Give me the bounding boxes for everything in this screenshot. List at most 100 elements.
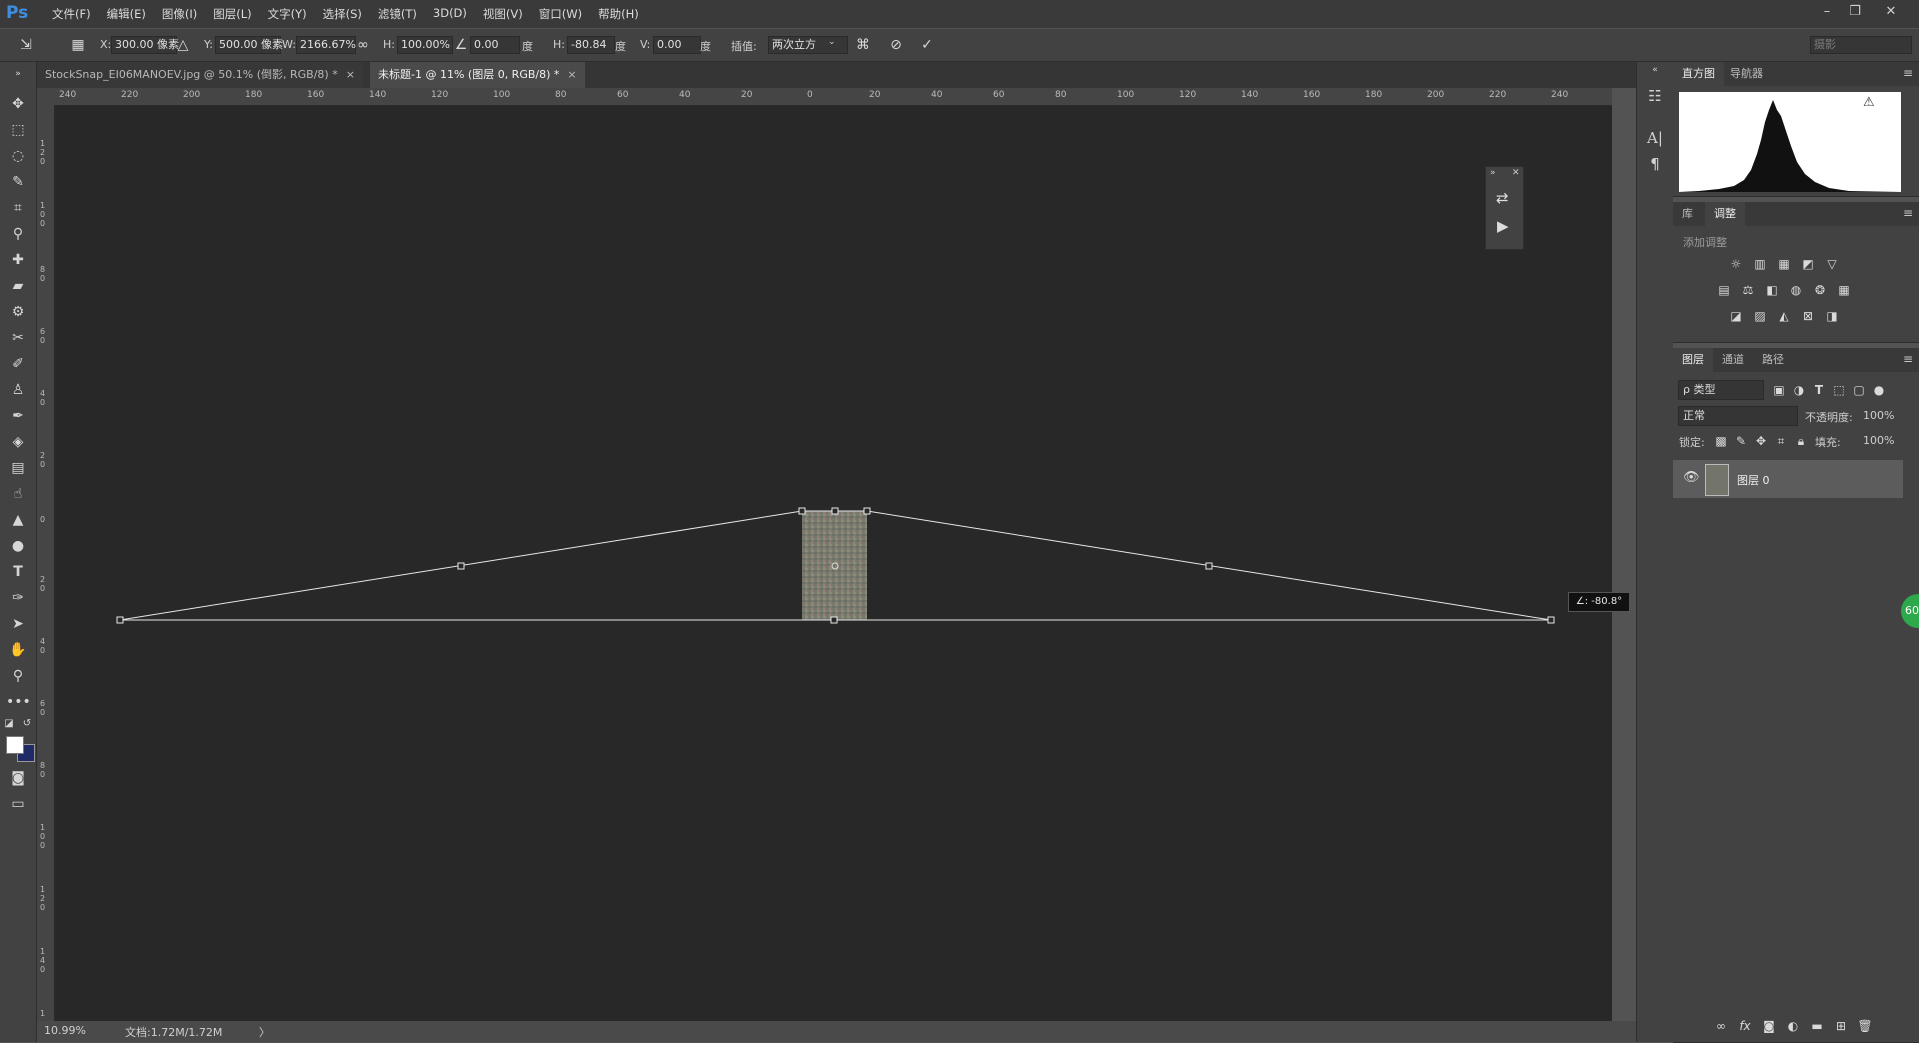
- channel-mixer-icon[interactable]: ❂: [1812, 282, 1828, 298]
- crop-tool-icon[interactable]: ⌗: [6, 198, 30, 218]
- relative-position-icon[interactable]: △: [173, 35, 193, 55]
- foreground-color-swatch[interactable]: [6, 736, 24, 754]
- tab-stocksnap[interactable]: StockSnap_EI06MANOEV.jpg @ 50.1% (倒影, RG…: [37, 62, 363, 88]
- quick-mask-icon[interactable]: ◙: [6, 768, 30, 788]
- reference-point-icon[interactable]: ▦: [68, 35, 88, 55]
- blend-mode-select[interactable]: 正常: [1678, 406, 1798, 426]
- exposure-icon[interactable]: ◩: [1800, 256, 1816, 272]
- path-select-tool-icon[interactable]: ➤: [6, 614, 30, 634]
- black-white-icon[interactable]: ◧: [1764, 282, 1780, 298]
- transform-handle[interactable]: [457, 562, 465, 570]
- tab-adjustments[interactable]: 调整: [1705, 202, 1745, 226]
- menu-window[interactable]: 窗口(W): [531, 6, 590, 22]
- sharpen-tool-icon[interactable]: ▲: [6, 510, 30, 530]
- history-brush-tool-icon[interactable]: ✒: [6, 406, 30, 426]
- paragraph-icon[interactable]: ¶: [1645, 154, 1665, 174]
- warp-mode-icon[interactable]: ⌘: [853, 35, 873, 55]
- filter-type-icon[interactable]: T: [1811, 382, 1827, 398]
- pen-tool-icon[interactable]: ✑: [6, 588, 30, 608]
- layer-row[interactable]: 👁︎ 图层 0: [1673, 460, 1903, 498]
- gradient-tool-icon[interactable]: ▤: [6, 458, 30, 478]
- warning-icon[interactable]: ⚠: [1863, 95, 1875, 110]
- lock-artboard-icon[interactable]: ⌗: [1773, 433, 1789, 449]
- h-field[interactable]: 100.00%: [397, 36, 453, 54]
- menu-3d[interactable]: 3D(D): [425, 6, 475, 22]
- close-icon[interactable]: ×: [567, 68, 576, 81]
- transform-handle[interactable]: [116, 616, 124, 624]
- interpolation-select[interactable]: 两次立方: [768, 36, 848, 54]
- selective-color-icon[interactable]: ⊠: [1800, 308, 1816, 324]
- tab-channels[interactable]: 通道: [1713, 348, 1753, 372]
- eyedropper-tool-icon[interactable]: ⚲: [6, 224, 30, 244]
- type-tool-icon[interactable]: T: [6, 562, 30, 582]
- stamp-tool-icon[interactable]: ♙: [6, 380, 30, 400]
- document-canvas[interactable]: [55, 106, 1612, 1021]
- expand-icon[interactable]: »: [1490, 168, 1496, 178]
- posterize-icon[interactable]: ▨: [1752, 308, 1768, 324]
- new-layer-icon[interactable]: ⊞: [1833, 1018, 1849, 1034]
- menu-help[interactable]: 帮助(H): [590, 6, 647, 22]
- transform-tool-icon[interactable]: ⇲: [16, 35, 36, 55]
- cancel-transform-icon[interactable]: ⊘: [886, 35, 906, 55]
- color-lookup-icon[interactable]: ▦: [1836, 282, 1852, 298]
- menu-filter[interactable]: 滤镜(T): [370, 6, 425, 22]
- transform-handle[interactable]: [830, 616, 838, 624]
- levels-icon[interactable]: ▥: [1752, 256, 1768, 272]
- invert-icon[interactable]: ◪: [1728, 308, 1744, 324]
- tab-paths[interactable]: 路径: [1753, 348, 1793, 372]
- zoom-tool-icon[interactable]: ⚲: [6, 666, 30, 686]
- opacity-value[interactable]: 100%: [1863, 409, 1894, 422]
- screen-mode-icon[interactable]: ▭: [6, 794, 30, 814]
- eraser-tool-icon[interactable]: ◈: [6, 432, 30, 452]
- menu-layer[interactable]: 图层(L): [205, 6, 259, 22]
- history-icon[interactable]: ⇄: [1496, 189, 1509, 207]
- lock-position-icon[interactable]: ✥: [1753, 433, 1769, 449]
- angle-field[interactable]: 0.00: [470, 36, 520, 54]
- tab-untitled[interactable]: 未标题-1 @ 11% (图层 0, RGB/8) * ×: [370, 62, 585, 88]
- layer-image[interactable]: [802, 511, 867, 620]
- close-icon[interactable]: ✕: [1512, 168, 1520, 178]
- patch-tool-icon[interactable]: ▰: [6, 276, 30, 296]
- tab-navigator[interactable]: 导航器: [1721, 62, 1772, 86]
- photo-filter-icon[interactable]: ◍: [1788, 282, 1804, 298]
- menu-image[interactable]: 图像(I): [154, 6, 205, 22]
- brush-tool-icon[interactable]: ✐: [6, 354, 30, 374]
- filter-smart-object-icon[interactable]: ▢: [1851, 382, 1867, 398]
- vskew-field[interactable]: 0.00: [653, 36, 701, 54]
- gradient-map-icon[interactable]: ◨: [1824, 308, 1840, 324]
- hue-saturation-icon[interactable]: ▤: [1716, 282, 1732, 298]
- lasso-tool-icon[interactable]: ◌: [6, 146, 30, 166]
- hskew-field[interactable]: -80.84: [567, 36, 615, 54]
- layer-filter-select[interactable]: ρ 类型: [1678, 380, 1764, 400]
- curves-icon[interactable]: ▦: [1776, 256, 1792, 272]
- quick-select-tool-icon[interactable]: ✎: [6, 172, 30, 192]
- marquee-tool-icon[interactable]: ⬚: [6, 120, 30, 140]
- transform-handle[interactable]: [1547, 616, 1555, 624]
- workspace-search-input[interactable]: 摄影: [1810, 36, 1912, 54]
- dodge-tool-icon[interactable]: ●: [6, 536, 30, 556]
- panel-menu-icon[interactable]: ≡: [1903, 206, 1913, 220]
- red-eye-tool-icon[interactable]: ✂: [6, 328, 30, 348]
- brightness-icon[interactable]: ☼: [1728, 256, 1744, 272]
- default-colors-icon[interactable]: ◪: [2, 714, 16, 734]
- link-icon[interactable]: ∞: [353, 35, 373, 55]
- close-icon[interactable]: ×: [346, 68, 355, 81]
- layer-style-icon[interactable]: fx: [1737, 1018, 1753, 1034]
- fill-value[interactable]: 100%: [1863, 434, 1894, 447]
- transform-handle[interactable]: [863, 507, 871, 515]
- filter-pixel-icon[interactable]: ▣: [1771, 382, 1787, 398]
- filter-shape-icon[interactable]: ⬚: [1831, 382, 1847, 398]
- layer-name[interactable]: 图层 0: [1737, 472, 1770, 488]
- more-tools-icon[interactable]: •••: [6, 692, 31, 712]
- visibility-eye-icon[interactable]: 👁︎: [1683, 470, 1700, 485]
- swap-colors-icon[interactable]: ↺: [20, 714, 34, 734]
- content-aware-tool-icon[interactable]: ⚙: [6, 302, 30, 322]
- collapse-panels-icon[interactable]: «: [1645, 60, 1665, 80]
- healing-brush-tool-icon[interactable]: ✚: [6, 250, 30, 270]
- panel-menu-icon[interactable]: ≡: [1903, 66, 1913, 80]
- smudge-tool-icon[interactable]: ☝: [6, 484, 30, 504]
- tab-histogram[interactable]: 直方图: [1673, 62, 1724, 86]
- menu-select[interactable]: 选择(S): [315, 6, 370, 22]
- transform-handle[interactable]: [831, 507, 839, 515]
- panel-menu-icon[interactable]: ≡: [1903, 352, 1913, 366]
